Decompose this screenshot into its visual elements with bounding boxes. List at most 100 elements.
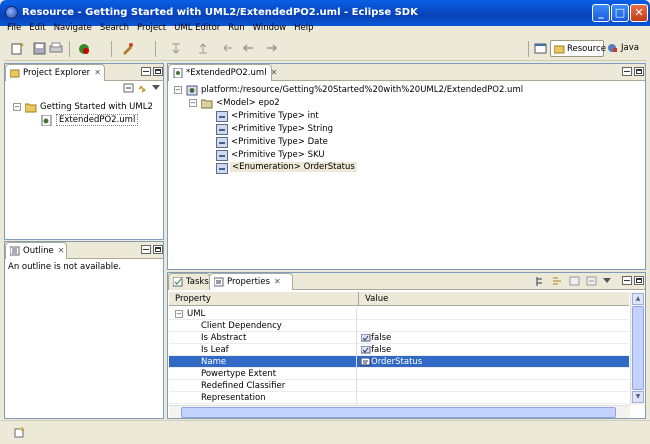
tab-tasks[interactable]: Tasks [168,273,210,290]
forward-arrow-icon[interactable] [265,42,279,55]
collapse-expander[interactable]: − [174,86,182,94]
properties-table-header: Property Value [169,292,629,306]
tree-item-label: platform:/resource/Getting%20Started%20w… [201,85,524,95]
tab-extendedpo2-uml[interactable]: *ExtendedPO2.uml ✕ [168,64,277,81]
link-with-editor-icon[interactable] [137,83,149,94]
close-icon[interactable]: ✕ [58,246,65,255]
column-header-property[interactable]: Property [175,294,211,304]
package-icon [201,99,213,109]
uml-editor-view: *ExtendedPO2.uml ✕ − platform:/resource/G… [167,63,646,270]
tree-item-label: <Primitive Type> String [231,124,333,134]
tab-outline[interactable]: Outline ✕ [5,242,67,259]
column-header-value[interactable]: Value [365,294,388,304]
show-advanced-icon[interactable] [552,276,564,287]
table-row[interactable]: Client Dependency [169,320,629,332]
last-edit-location-icon[interactable] [221,42,235,55]
close-icon[interactable]: ✕ [274,277,281,286]
property-name: Is Abstract [201,333,247,343]
property-category: UML [187,309,206,319]
tree-item-label: <Enumeration> OrderStatus [230,162,357,172]
open-perspective-icon[interactable] [534,42,548,55]
table-row[interactable]: − UML [169,308,629,320]
tree-item-label: <Primitive Type> SKU [231,150,325,160]
resource-icon [186,85,198,96]
menu-project[interactable]: Project [133,22,170,34]
collapse-expander[interactable]: − [189,99,197,107]
vertical-scrollbar[interactable]: ▲ ▼ [630,292,644,405]
close-button[interactable]: ✕ [630,4,648,22]
back-arrow-icon[interactable] [241,42,255,55]
filter-icon[interactable] [569,276,581,287]
menu-window[interactable]: Window [249,22,291,34]
property-value[interactable]: OrderStatus [371,357,422,367]
minimize-view-icon[interactable] [141,67,151,76]
table-row[interactable]: Representation [169,392,629,404]
new-wizard-icon[interactable] [11,42,25,55]
menu-uml-editor[interactable]: UML Editor [170,22,224,34]
tab-project-explorer[interactable]: Project Explorer ✕ [5,64,105,81]
tab-tasks-label: Tasks [186,277,209,287]
fast-view-icon[interactable] [14,426,26,438]
maximize-view-icon[interactable] [634,276,644,285]
table-row[interactable]: Is Leaf false [169,344,629,356]
collapse-all-icon[interactable] [123,83,135,94]
primitive-type-icon [216,137,228,148]
table-row[interactable]: Is Abstract false [169,332,629,344]
run-debug-icon[interactable] [77,42,91,55]
table-row[interactable]: Powertype Extent [169,368,629,380]
scroll-up-button[interactable]: ▲ [632,293,644,305]
save-icon[interactable] [33,42,47,55]
print-icon[interactable] [49,42,63,55]
java-perspective-button[interactable]: Java [605,40,645,57]
menu-edit[interactable]: Edit [25,22,49,34]
primitive-type-icon [216,111,228,122]
maximize-view-icon[interactable] [153,245,163,254]
scrollbar-thumb[interactable] [181,407,616,418]
view-menu-icon[interactable] [603,277,612,285]
minimize-view-icon[interactable] [141,245,151,254]
menu-file[interactable]: File [3,22,25,34]
table-row[interactable]: Redefined Classifier [169,380,629,392]
menu-run[interactable]: Run [224,22,248,34]
tree-item-label: ExtendedPO2.uml [56,114,139,126]
tab-properties[interactable]: Properties ✕ [209,273,293,290]
close-icon[interactable]: ✕ [271,68,278,77]
previous-annotation-icon[interactable] [196,42,210,55]
menu-search[interactable]: Search [96,22,133,34]
window-title: Resource - Getting Started with UML2/Ext… [22,7,418,18]
minimize-view-icon[interactable] [622,276,632,285]
tree-item-label: <Primitive Type> Date [231,137,328,147]
tasks-icon [173,277,183,287]
collapse-expander[interactable]: − [175,310,183,318]
show-categories-icon[interactable] [535,276,547,287]
property-name: Powertype Extent [201,369,277,379]
menu-help[interactable]: Help [290,22,317,34]
menu-navigate[interactable]: Navigate [50,22,96,34]
external-tools-icon[interactable] [121,42,135,55]
property-value[interactable]: false [371,345,391,355]
table-row-selected[interactable]: Name OrderStatus [169,356,629,368]
properties-icon [214,277,224,287]
resource-perspective-label: Resource [567,44,606,54]
scrollbar-thumb[interactable] [632,306,644,390]
restore-default-icon[interactable] [586,276,598,287]
scroll-down-button[interactable]: ▼ [632,391,644,403]
horizontal-scrollbar[interactable] [169,405,630,418]
minimize-button[interactable]: _ [592,4,610,22]
enumeration-icon [216,163,228,174]
maximize-view-icon[interactable] [153,67,163,76]
java-perspective-icon [608,44,617,52]
view-menu-icon[interactable] [152,84,161,92]
next-annotation-icon[interactable] [169,42,183,55]
maximize-button[interactable]: □ [611,4,629,22]
minimize-view-icon[interactable] [622,67,632,76]
property-value[interactable]: false [371,333,391,343]
eclipse-logo-icon [5,6,18,19]
maximize-view-icon[interactable] [634,67,644,76]
close-icon[interactable]: ✕ [94,68,101,77]
collapse-expander[interactable]: − [13,103,21,111]
boolean-icon [361,346,371,354]
uml-file-icon [41,115,52,126]
property-name: Client Dependency [201,321,282,331]
resource-perspective-button[interactable]: Resource [550,40,606,57]
